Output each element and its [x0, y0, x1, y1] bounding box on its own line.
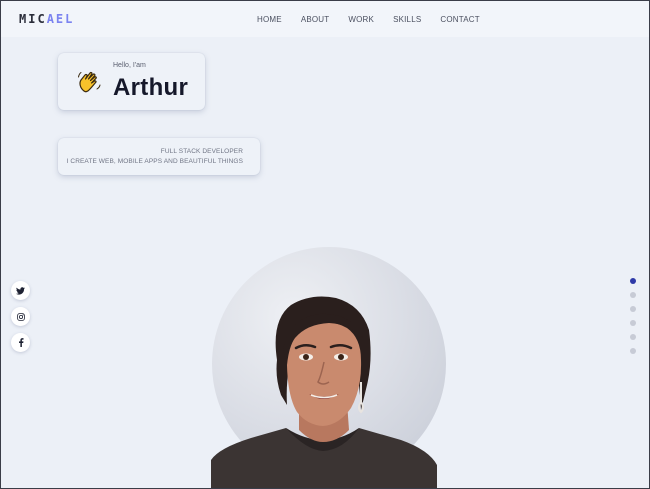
twitter-button[interactable]: [11, 281, 30, 300]
instagram-icon: [16, 312, 25, 321]
logo-text-accent: AEL: [46, 12, 75, 26]
twitter-icon: [16, 286, 25, 295]
greeting-text: Hello, I'am: [113, 62, 146, 69]
waving-hand-icon: [78, 71, 101, 93]
role-title: FULL STACK DEVELOPER: [160, 148, 243, 155]
section-dot-2[interactable]: [630, 292, 636, 298]
facebook-button[interactable]: [11, 333, 30, 352]
section-dot-3[interactable]: [630, 306, 636, 312]
logo-text-dark: MIC: [19, 12, 47, 26]
profile-portrait: [211, 296, 437, 488]
nav-about-link[interactable]: ABOUT: [301, 15, 330, 24]
hero-name: Arthur: [113, 74, 189, 101]
main-nav: HOME ABOUT WORK SKILLS CONTACT: [257, 15, 499, 24]
nav-work-link[interactable]: WORK: [348, 15, 374, 24]
facebook-icon: [18, 338, 24, 347]
nav-contact-link[interactable]: CONTACT: [440, 15, 479, 24]
nav-skills-link[interactable]: SKILLS: [393, 15, 421, 24]
role-description: I CREATE WEB, MOBILE APPS AND BEAUTIFUL …: [66, 158, 243, 165]
section-pagination: [630, 278, 636, 362]
section-dot-5[interactable]: [630, 334, 636, 340]
role-card: FULL STACK DEVELOPER I CREATE WEB, MOBIL…: [58, 138, 260, 175]
greeting-card: Hello, I'am Arthur: [58, 53, 205, 110]
logo[interactable]: MICAEL: [19, 12, 74, 26]
nav-home-link[interactable]: HOME: [257, 15, 282, 24]
top-navbar: MICAEL HOME ABOUT WORK SKILLS CONTACT: [1, 1, 649, 37]
section-dot-4[interactable]: [630, 320, 636, 326]
instagram-button[interactable]: [11, 307, 30, 326]
section-dot-1[interactable]: [630, 278, 636, 284]
section-dot-6[interactable]: [630, 348, 636, 354]
